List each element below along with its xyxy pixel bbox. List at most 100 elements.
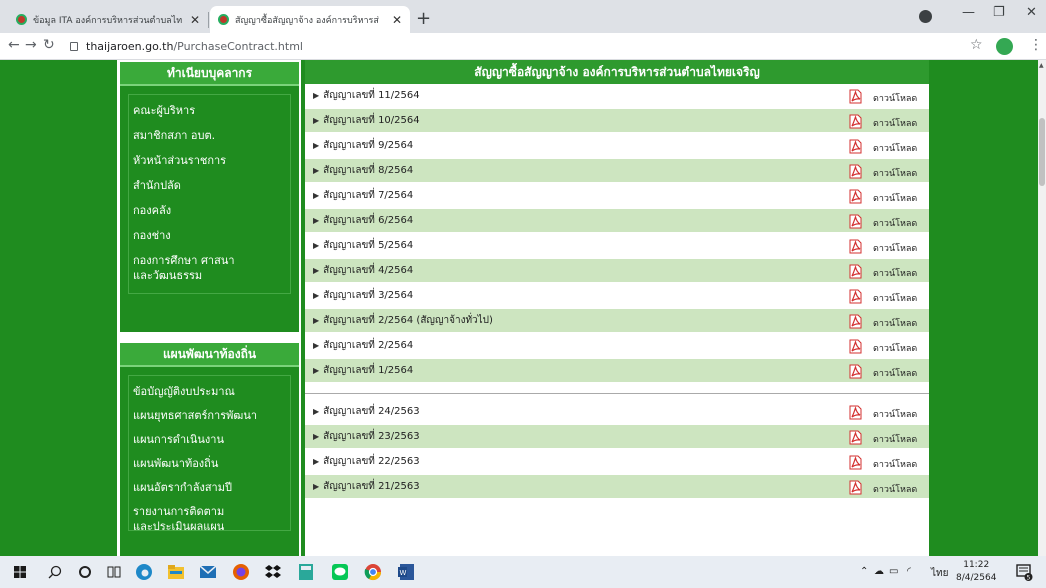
pdf-file-icon[interactable] bbox=[849, 164, 862, 179]
contract-link[interactable]: สัญญาเลขที่ 21/2563 bbox=[323, 479, 419, 494]
sidebar-item[interactable]: กองคลัง bbox=[129, 199, 290, 224]
pdf-file-icon[interactable] bbox=[849, 455, 862, 470]
download-link[interactable]: ดาวน์โหลด bbox=[873, 166, 917, 180]
sidebar-item[interactable]: แผนการดำเนินงาน bbox=[129, 428, 290, 452]
network-icon[interactable]: ☁ bbox=[874, 566, 884, 577]
contract-link[interactable]: สัญญาเลขที่ 2/2564 (สัญญาจ้างทั่วไป) bbox=[323, 313, 493, 328]
contract-link[interactable]: สัญญาเลขที่ 11/2564 bbox=[323, 88, 419, 103]
download-link[interactable]: ดาวน์โหลด bbox=[873, 116, 917, 130]
edge-browser-icon[interactable] bbox=[135, 563, 153, 581]
profile-avatar-icon[interactable] bbox=[996, 38, 1013, 55]
tab-purchase-contract[interactable]: สัญญาซื้อสัญญาจ้าง องค์การบริหารส่ ✕ bbox=[210, 6, 410, 33]
pdf-file-icon[interactable] bbox=[849, 480, 862, 495]
more-menu-icon[interactable]: ⋮ bbox=[1029, 37, 1043, 53]
sidebar-item[interactable]: แผนพัฒนาท้องถิ่น bbox=[129, 452, 290, 476]
task-view-icon[interactable] bbox=[107, 565, 121, 579]
contract-link[interactable]: สัญญาเลขที่ 1/2564 bbox=[323, 363, 413, 378]
pdf-file-icon[interactable] bbox=[849, 89, 862, 104]
sidebar-item[interactable]: รายงานการติดตาม และประเมินผลแผน bbox=[129, 500, 290, 533]
tab-search-icon[interactable] bbox=[919, 10, 932, 23]
download-link[interactable]: ดาวน์โหลด bbox=[873, 241, 917, 255]
pdf-file-icon[interactable] bbox=[849, 339, 862, 354]
page-scrollbar[interactable]: ▲ bbox=[1038, 60, 1046, 556]
back-arrow-icon[interactable]: ← bbox=[8, 37, 20, 53]
pdf-file-icon[interactable] bbox=[849, 364, 862, 379]
search-icon[interactable] bbox=[48, 565, 62, 579]
scrollbar-thumb[interactable] bbox=[1039, 118, 1045, 186]
sidebar-item[interactable]: คณะผู้บริหาร bbox=[129, 99, 290, 124]
line-app-icon[interactable] bbox=[331, 563, 349, 581]
close-window-button[interactable]: ✕ bbox=[1026, 5, 1037, 20]
pdf-file-icon[interactable] bbox=[849, 289, 862, 304]
download-link[interactable]: ดาวน์โหลด bbox=[873, 216, 917, 230]
sidebar-item[interactable]: หัวหน้าส่วนราชการ bbox=[129, 149, 290, 174]
address-bar[interactable]: thaijaroen.go.th/PurchaseContract.html bbox=[62, 36, 960, 57]
download-link[interactable]: ดาวน์โหลด bbox=[873, 266, 917, 280]
download-link[interactable]: ดาวน์โหลด bbox=[873, 366, 917, 380]
contract-link[interactable]: สัญญาเลขที่ 24/2563 bbox=[323, 404, 419, 419]
wifi-icon[interactable]: ◜ bbox=[907, 566, 911, 577]
contract-link[interactable]: สัญญาเลขที่ 2/2564 bbox=[323, 338, 413, 353]
firefox-icon[interactable] bbox=[232, 563, 250, 581]
battery-icon[interactable]: ▭ bbox=[889, 566, 898, 577]
mail-icon[interactable] bbox=[199, 563, 217, 581]
contract-link[interactable]: สัญญาเลขที่ 3/2564 bbox=[323, 288, 413, 303]
close-tab-icon[interactable]: ✕ bbox=[392, 13, 402, 27]
new-tab-button[interactable]: + bbox=[416, 8, 431, 29]
show-hidden-icons-icon[interactable]: ⌃ bbox=[860, 566, 868, 577]
tab-ita[interactable]: ข้อมูล ITA องค์การบริหารส่วนตำบลไท ✕ bbox=[8, 6, 208, 33]
input-language[interactable]: ไทย bbox=[931, 566, 948, 581]
download-link[interactable]: ดาวน์โหลด bbox=[873, 141, 917, 155]
contract-link[interactable]: สัญญาเลขที่ 6/2564 bbox=[323, 213, 413, 228]
close-tab-icon[interactable]: ✕ bbox=[190, 13, 200, 27]
dropbox-icon[interactable] bbox=[264, 563, 282, 581]
contract-link[interactable]: สัญญาเลขที่ 8/2564 bbox=[323, 163, 413, 178]
download-link[interactable]: ดาวน์โหลด bbox=[873, 91, 917, 105]
pdf-file-icon[interactable] bbox=[849, 314, 862, 329]
download-link[interactable]: ดาวน์โหลด bbox=[873, 341, 917, 355]
forward-arrow-icon[interactable]: → bbox=[25, 37, 37, 53]
contract-link[interactable]: สัญญาเลขที่ 4/2564 bbox=[323, 263, 413, 278]
file-explorer-icon[interactable] bbox=[167, 563, 185, 581]
pdf-file-icon[interactable] bbox=[849, 214, 862, 229]
contract-link[interactable]: สัญญาเลขที่ 5/2564 bbox=[323, 238, 413, 253]
contract-link[interactable]: สัญญาเลขที่ 9/2564 bbox=[323, 138, 413, 153]
word-icon[interactable]: W bbox=[397, 563, 415, 581]
cortana-icon[interactable] bbox=[78, 565, 92, 579]
sidebar-item[interactable]: กองช่าง bbox=[129, 224, 290, 249]
contract-link[interactable]: สัญญาเลขที่ 10/2564 bbox=[323, 113, 419, 128]
pdf-file-icon[interactable] bbox=[849, 430, 862, 445]
pdf-file-icon[interactable] bbox=[849, 405, 862, 420]
notification-center-icon[interactable]: 5 bbox=[1016, 564, 1034, 582]
pdf-file-icon[interactable] bbox=[849, 114, 862, 129]
pdf-file-icon[interactable] bbox=[849, 264, 862, 279]
sidebar-item[interactable]: สมาชิกสภา อบต. bbox=[129, 124, 290, 149]
sidebar-item[interactable]: สำนักปลัด bbox=[129, 174, 290, 199]
download-link[interactable]: ดาวน์โหลด bbox=[873, 316, 917, 330]
reload-icon[interactable]: ↻ bbox=[43, 37, 55, 53]
sidebar-item[interactable]: แผนยุทธศาสตร์การพัฒนา bbox=[129, 404, 290, 428]
scroll-up-arrow-icon[interactable]: ▲ bbox=[1039, 62, 1044, 69]
download-link[interactable]: ดาวน์โหลด bbox=[873, 457, 917, 471]
taskbar-clock[interactable]: 11:22 8/4/2564 bbox=[956, 559, 996, 585]
maximize-button[interactable]: ❐ bbox=[993, 5, 1005, 20]
contract-link[interactable]: สัญญาเลขที่ 7/2564 bbox=[323, 188, 413, 203]
pdf-file-icon[interactable] bbox=[849, 189, 862, 204]
download-link[interactable]: ดาวน์โหลด bbox=[873, 432, 917, 446]
calculator-icon[interactable] bbox=[297, 563, 315, 581]
download-link[interactable]: ดาวน์โหลด bbox=[873, 191, 917, 205]
download-link[interactable]: ดาวน์โหลด bbox=[873, 482, 917, 496]
chrome-icon[interactable] bbox=[364, 563, 382, 581]
sidebar-item[interactable]: แผนอัตรากำลังสามปี bbox=[129, 476, 290, 500]
windows-start-icon[interactable] bbox=[14, 566, 26, 578]
pdf-file-icon[interactable] bbox=[849, 139, 862, 154]
download-link[interactable]: ดาวน์โหลด bbox=[873, 407, 917, 421]
pdf-file-icon[interactable] bbox=[849, 239, 862, 254]
contract-link[interactable]: สัญญาเลขที่ 23/2563 bbox=[323, 429, 419, 444]
bookmark-star-icon[interactable]: ☆ bbox=[970, 37, 983, 53]
contract-link[interactable]: สัญญาเลขที่ 22/2563 bbox=[323, 454, 419, 469]
minimize-button[interactable]: — bbox=[962, 5, 975, 20]
download-link[interactable]: ดาวน์โหลด bbox=[873, 291, 917, 305]
sidebar-item[interactable]: ข้อบัญญัติงบประมาณ bbox=[129, 380, 290, 404]
sidebar-item[interactable]: กองการศึกษา ศาสนา และวัฒนธรรม bbox=[129, 249, 290, 287]
